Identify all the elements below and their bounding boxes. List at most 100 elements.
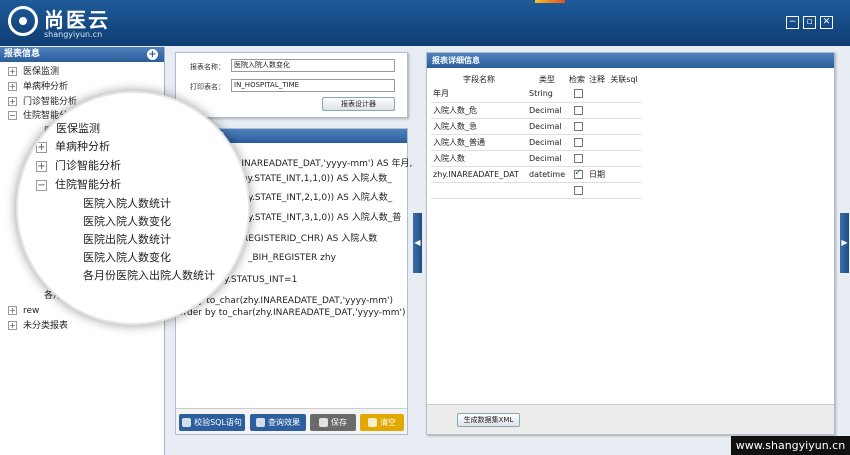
expand-icon[interactable]: +: [36, 141, 47, 153]
sql-line[interactable]: (zhy.STATE_INT,2,1,0)) AS 入院人数_: [234, 190, 392, 203]
report-name-input[interactable]: 医院入院人数变化: [231, 59, 395, 72]
table-header-row: 字段名称 类型 检索 注释 关联sql: [431, 73, 641, 86]
logo-icon: [8, 6, 38, 36]
expand-icon[interactable]: +: [8, 306, 17, 315]
zoom-tree-item[interactable]: 各月份医院入出院人数统计: [83, 267, 215, 283]
related-sql-cell[interactable]: [607, 150, 641, 167]
tree-item-yibao[interactable]: + 医保监测: [8, 66, 59, 78]
app-header: 尚医云 shangyiyun.cn − ▫ ✕: [0, 0, 850, 46]
search-checkbox[interactable]: [573, 185, 583, 195]
zoom-tree-item[interactable]: − 住院智能分析: [36, 176, 121, 192]
table-row[interactable]: 入院人数 Decimal: [431, 150, 641, 167]
hand-pointer-icon: [182, 418, 192, 427]
table-row[interactable]: [431, 182, 641, 199]
col-related-sql: 关联sql: [610, 75, 638, 84]
refresh-icon: [256, 418, 265, 427]
collapse-icon[interactable]: −: [36, 179, 47, 191]
search-cell: [567, 182, 587, 199]
tree-item-label: rew: [23, 306, 40, 316]
note-cell[interactable]: [587, 86, 607, 103]
sql-line[interactable]: order by to_char(zhy.INAREADATE_DAT,'yyy…: [178, 308, 406, 318]
tree-item-menzhen[interactable]: + 门诊智能分析: [8, 96, 77, 108]
field-type-cell: Decimal: [527, 134, 567, 151]
tree-item-label: 门诊智能分析: [23, 97, 78, 107]
sql-line[interactable]: zhy.INAREADATE_DAT,'yyyy-mm') AS 年月,: [224, 156, 412, 169]
related-sql-cell[interactable]: [607, 166, 641, 183]
related-sql-cell[interactable]: [607, 118, 641, 135]
expand-icon[interactable]: +: [36, 160, 47, 172]
table-row[interactable]: 入院人数_急 Decimal: [431, 118, 641, 135]
minimize-icon[interactable]: −: [786, 16, 799, 29]
print-table-label: 打印表名：: [190, 83, 225, 91]
restore-icon[interactable]: ▫: [803, 16, 816, 29]
zoom-magnifier: 医保监测 + 单病种分析 + 门诊智能分析 − 住院智能分析 医院入院人数统计 医院入…: [18, 93, 248, 323]
zoom-tree-item[interactable]: + 单病种分析: [36, 138, 110, 154]
field-type-cell: String: [527, 86, 567, 103]
search-checkbox[interactable]: [573, 89, 583, 99]
query-result-button[interactable]: 查询效果: [250, 414, 306, 431]
expand-icon[interactable]: +: [8, 82, 17, 91]
plus-circle-icon[interactable]: +: [147, 49, 158, 60]
expand-icon[interactable]: +: [8, 97, 17, 106]
col-note: 注释: [589, 75, 605, 84]
sql-line[interactable]: (zhy.STATE_INT,3,1,0)) AS 入院人数_普: [234, 210, 401, 223]
clear-button[interactable]: 清空: [360, 414, 404, 431]
note-cell[interactable]: [587, 102, 607, 119]
expand-icon[interactable]: +: [8, 67, 17, 76]
tree-item-label: 未分类报表: [23, 321, 69, 331]
note-cell[interactable]: [587, 118, 607, 135]
detail-footer: 生成数据集XML: [427, 404, 834, 434]
sql-line[interactable]: e(zhy.STATE_INT,1,1,0)) AS 入院人数_: [228, 171, 392, 184]
table-row[interactable]: 年月 String: [431, 86, 641, 103]
table-row[interactable]: 入院人数_普通 Decimal: [431, 134, 641, 151]
note-cell[interactable]: [587, 182, 607, 199]
collapse-left-arrow-icon[interactable]: ◀: [413, 213, 422, 273]
col-field-name: 字段名称: [463, 75, 495, 84]
field-type-cell: datetime: [527, 166, 567, 183]
sql-line[interactable]: REGISTERID_CHR) AS 入院人数: [242, 231, 377, 244]
sql-line[interactable]: _BIH_REGISTER zhy: [248, 253, 336, 263]
related-sql-cell[interactable]: [607, 134, 641, 151]
save-button[interactable]: 保存: [310, 414, 356, 431]
tree-item-uncategorized[interactable]: + 未分类报表: [8, 320, 68, 332]
sql-line[interactable]: up by to_char(zhy.INAREADATE_DAT,'yyyy-m…: [178, 296, 393, 306]
logo-url: shangyiyun.cn: [44, 30, 103, 39]
search-checkbox[interactable]: [573, 121, 583, 131]
field-type-cell: Decimal: [527, 118, 567, 135]
search-checkbox[interactable]: [573, 153, 583, 163]
search-checkbox[interactable]: [573, 105, 583, 115]
col-type: 类型: [539, 75, 555, 84]
col-search: 检索: [569, 75, 585, 84]
generate-xml-button[interactable]: 生成数据集XML: [457, 413, 520, 427]
tree-item-rew[interactable]: + rew: [8, 305, 39, 317]
collapse-icon[interactable]: −: [8, 111, 17, 120]
sql-toolbar: 校验SQL语句 查询效果 保存 清空: [176, 408, 407, 434]
related-sql-cell[interactable]: [607, 86, 641, 103]
tree-item-label: 医保监测: [23, 67, 60, 77]
table-row[interactable]: 入院人数_危 Decimal: [431, 102, 641, 119]
print-table-input[interactable]: IN_HOSPITAL_TIME: [231, 79, 395, 92]
note-cell[interactable]: [587, 134, 607, 151]
note-cell[interactable]: [587, 150, 607, 167]
close-icon[interactable]: ✕: [820, 16, 833, 29]
search-checkbox[interactable]: [573, 168, 583, 179]
report-designer-button[interactable]: 报表设计器: [322, 97, 395, 111]
zoom-tree-item[interactable]: 医院出院人数统计: [83, 231, 171, 247]
expand-icon[interactable]: +: [8, 321, 17, 330]
zoom-tree-item[interactable]: 医院入院人数变化: [83, 213, 171, 229]
note-cell[interactable]: 日期: [587, 166, 607, 183]
related-sql-cell[interactable]: [607, 182, 641, 199]
report-form: 报表名称： 医院入院人数变化 打印表名： IN_HOSPITAL_TIME 报表…: [175, 52, 408, 118]
zoom-tree-item[interactable]: 医保监测: [56, 120, 100, 136]
search-checkbox[interactable]: [573, 137, 583, 147]
expand-right-arrow-icon[interactable]: ▶: [840, 213, 849, 273]
validate-sql-button[interactable]: 校验SQL语句: [179, 414, 245, 431]
tree-item-danbingzhong[interactable]: + 单病种分析: [8, 81, 68, 93]
zoom-tree-item[interactable]: 医院入院人数变化: [83, 249, 171, 265]
search-cell: [567, 118, 587, 135]
table-row[interactable]: zhy.INAREADATE_DATdatetime 日期: [431, 166, 641, 183]
sql-line[interactable]: y.STATUS_INT=1: [224, 275, 297, 285]
zoom-tree-item[interactable]: + 门诊智能分析: [36, 157, 121, 173]
related-sql-cell[interactable]: [607, 102, 641, 119]
zoom-tree-item[interactable]: 医院入院人数统计: [83, 195, 171, 211]
